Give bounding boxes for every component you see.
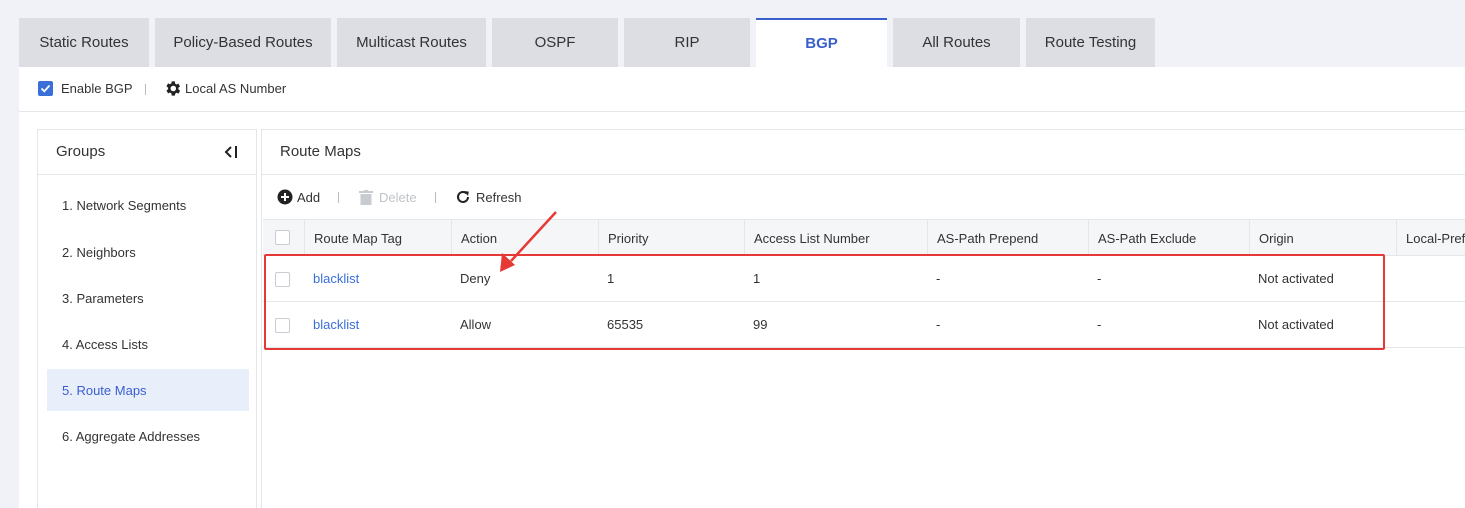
route-map-tag-link[interactable]: blacklist — [304, 302, 359, 347]
cell-origin: Not activated — [1258, 271, 1334, 286]
refresh-button[interactable]: Refresh — [455, 187, 522, 207]
cell-origin: Not activated — [1258, 317, 1334, 332]
groups-title: Groups — [56, 143, 106, 160]
cell-priority: 1 — [607, 271, 615, 286]
collapse-icon[interactable] — [223, 144, 241, 160]
group-item-network-segments[interactable]: 1. Network Segments — [47, 184, 249, 226]
route-tabs: Static Routes Policy-Based Routes Multic… — [19, 18, 1161, 67]
local-as-number-link[interactable]: Local AS Number — [185, 81, 286, 96]
column-header[interactable]: Priority — [598, 220, 744, 256]
tab-rip[interactable]: RIP — [624, 18, 750, 67]
group-item-aggregate-addresses[interactable]: 6. Aggregate Addresses — [47, 415, 249, 457]
refresh-icon — [457, 190, 469, 203]
column-header[interactable]: Origin — [1249, 220, 1396, 256]
cell-local-pref — [1396, 256, 1405, 301]
row-checkbox[interactable] — [275, 272, 290, 287]
route-maps-title: Route Maps — [280, 143, 361, 160]
column-header[interactable]: AS-Path Prepend — [927, 220, 1088, 256]
column-header[interactable]: Route Map Tag — [304, 220, 451, 256]
route-maps-header: Route Maps — [262, 130, 1465, 175]
enable-bgp-label[interactable]: Enable BGP — [61, 81, 133, 96]
bgp-topbar: Enable BGP Local AS Number — [19, 67, 1465, 112]
bgp-panel: Enable BGP Local AS Number Groups 1. Net… — [19, 67, 1465, 508]
add-label: Add — [297, 189, 321, 205]
add-button[interactable]: Add — [277, 187, 320, 207]
add-icon — [277, 189, 293, 205]
toolbar-divider — [338, 192, 339, 203]
tab-multicast-routes[interactable]: Multicast Routes — [337, 18, 486, 67]
table-row[interactable]: blacklist Allow 65535 99 - - Not activat… — [263, 302, 1465, 348]
column-header[interactable]: AS-Path Exclude — [1088, 220, 1249, 256]
tab-bgp[interactable]: BGP — [756, 18, 887, 67]
route-map-tag-link[interactable]: blacklist — [304, 256, 359, 301]
toolbar-divider — [435, 192, 436, 203]
group-item-parameters[interactable]: 3. Parameters — [47, 277, 249, 319]
groups-header: Groups — [38, 130, 256, 175]
topbar-divider — [145, 84, 146, 95]
column-header[interactable]: Action — [451, 220, 598, 256]
tab-static-routes[interactable]: Static Routes — [19, 18, 149, 67]
cell-as-path-prepend: - — [936, 317, 941, 332]
gear-icon[interactable] — [163, 79, 182, 98]
delete-button[interactable]: Delete — [359, 187, 417, 207]
cell-access-list-number: 1 — [753, 271, 761, 286]
group-item-neighbors[interactable]: 2. Neighbors — [47, 231, 249, 273]
trash-icon — [359, 189, 373, 205]
cell-priority: 65535 — [607, 317, 644, 332]
cell-action: Allow — [460, 317, 492, 332]
tab-route-testing[interactable]: Route Testing — [1026, 18, 1155, 67]
check-icon — [40, 84, 51, 93]
column-header[interactable]: Access List Number — [744, 220, 927, 256]
groups-sidebar: Groups 1. Network Segments 2. Neighbors … — [37, 129, 257, 508]
cell-local-pref — [1396, 302, 1405, 347]
route-maps-panel: Route Maps Add Delete Refresh Route Map … — [261, 129, 1465, 508]
cell-action: Deny — [460, 271, 491, 286]
refresh-label: Refresh — [476, 189, 522, 205]
tab-all-routes[interactable]: All Routes — [893, 18, 1020, 67]
select-all-cell — [263, 220, 304, 256]
table-header: Route Map Tag Action Priority Access Lis… — [263, 219, 1465, 256]
table-row[interactable]: blacklist Deny 1 1 - - Not activated — [263, 256, 1465, 302]
cell-access-list-number: 99 — [753, 317, 768, 332]
group-item-access-lists[interactable]: 4. Access Lists — [47, 323, 249, 365]
cell-as-path-prepend: - — [936, 271, 941, 286]
column-header[interactable]: Local-Pref — [1396, 220, 1465, 256]
row-checkbox[interactable] — [275, 318, 290, 333]
tab-policy-based-routes[interactable]: Policy-Based Routes — [155, 18, 331, 67]
group-item-route-maps[interactable]: 5. Route Maps — [47, 369, 249, 411]
tab-ospf[interactable]: OSPF — [492, 18, 618, 67]
cell-as-path-exclude: - — [1097, 317, 1102, 332]
delete-label: Delete — [379, 189, 417, 205]
cell-as-path-exclude: - — [1097, 271, 1102, 286]
select-all-checkbox[interactable] — [275, 230, 290, 245]
enable-bgp-checkbox[interactable] — [38, 81, 53, 96]
